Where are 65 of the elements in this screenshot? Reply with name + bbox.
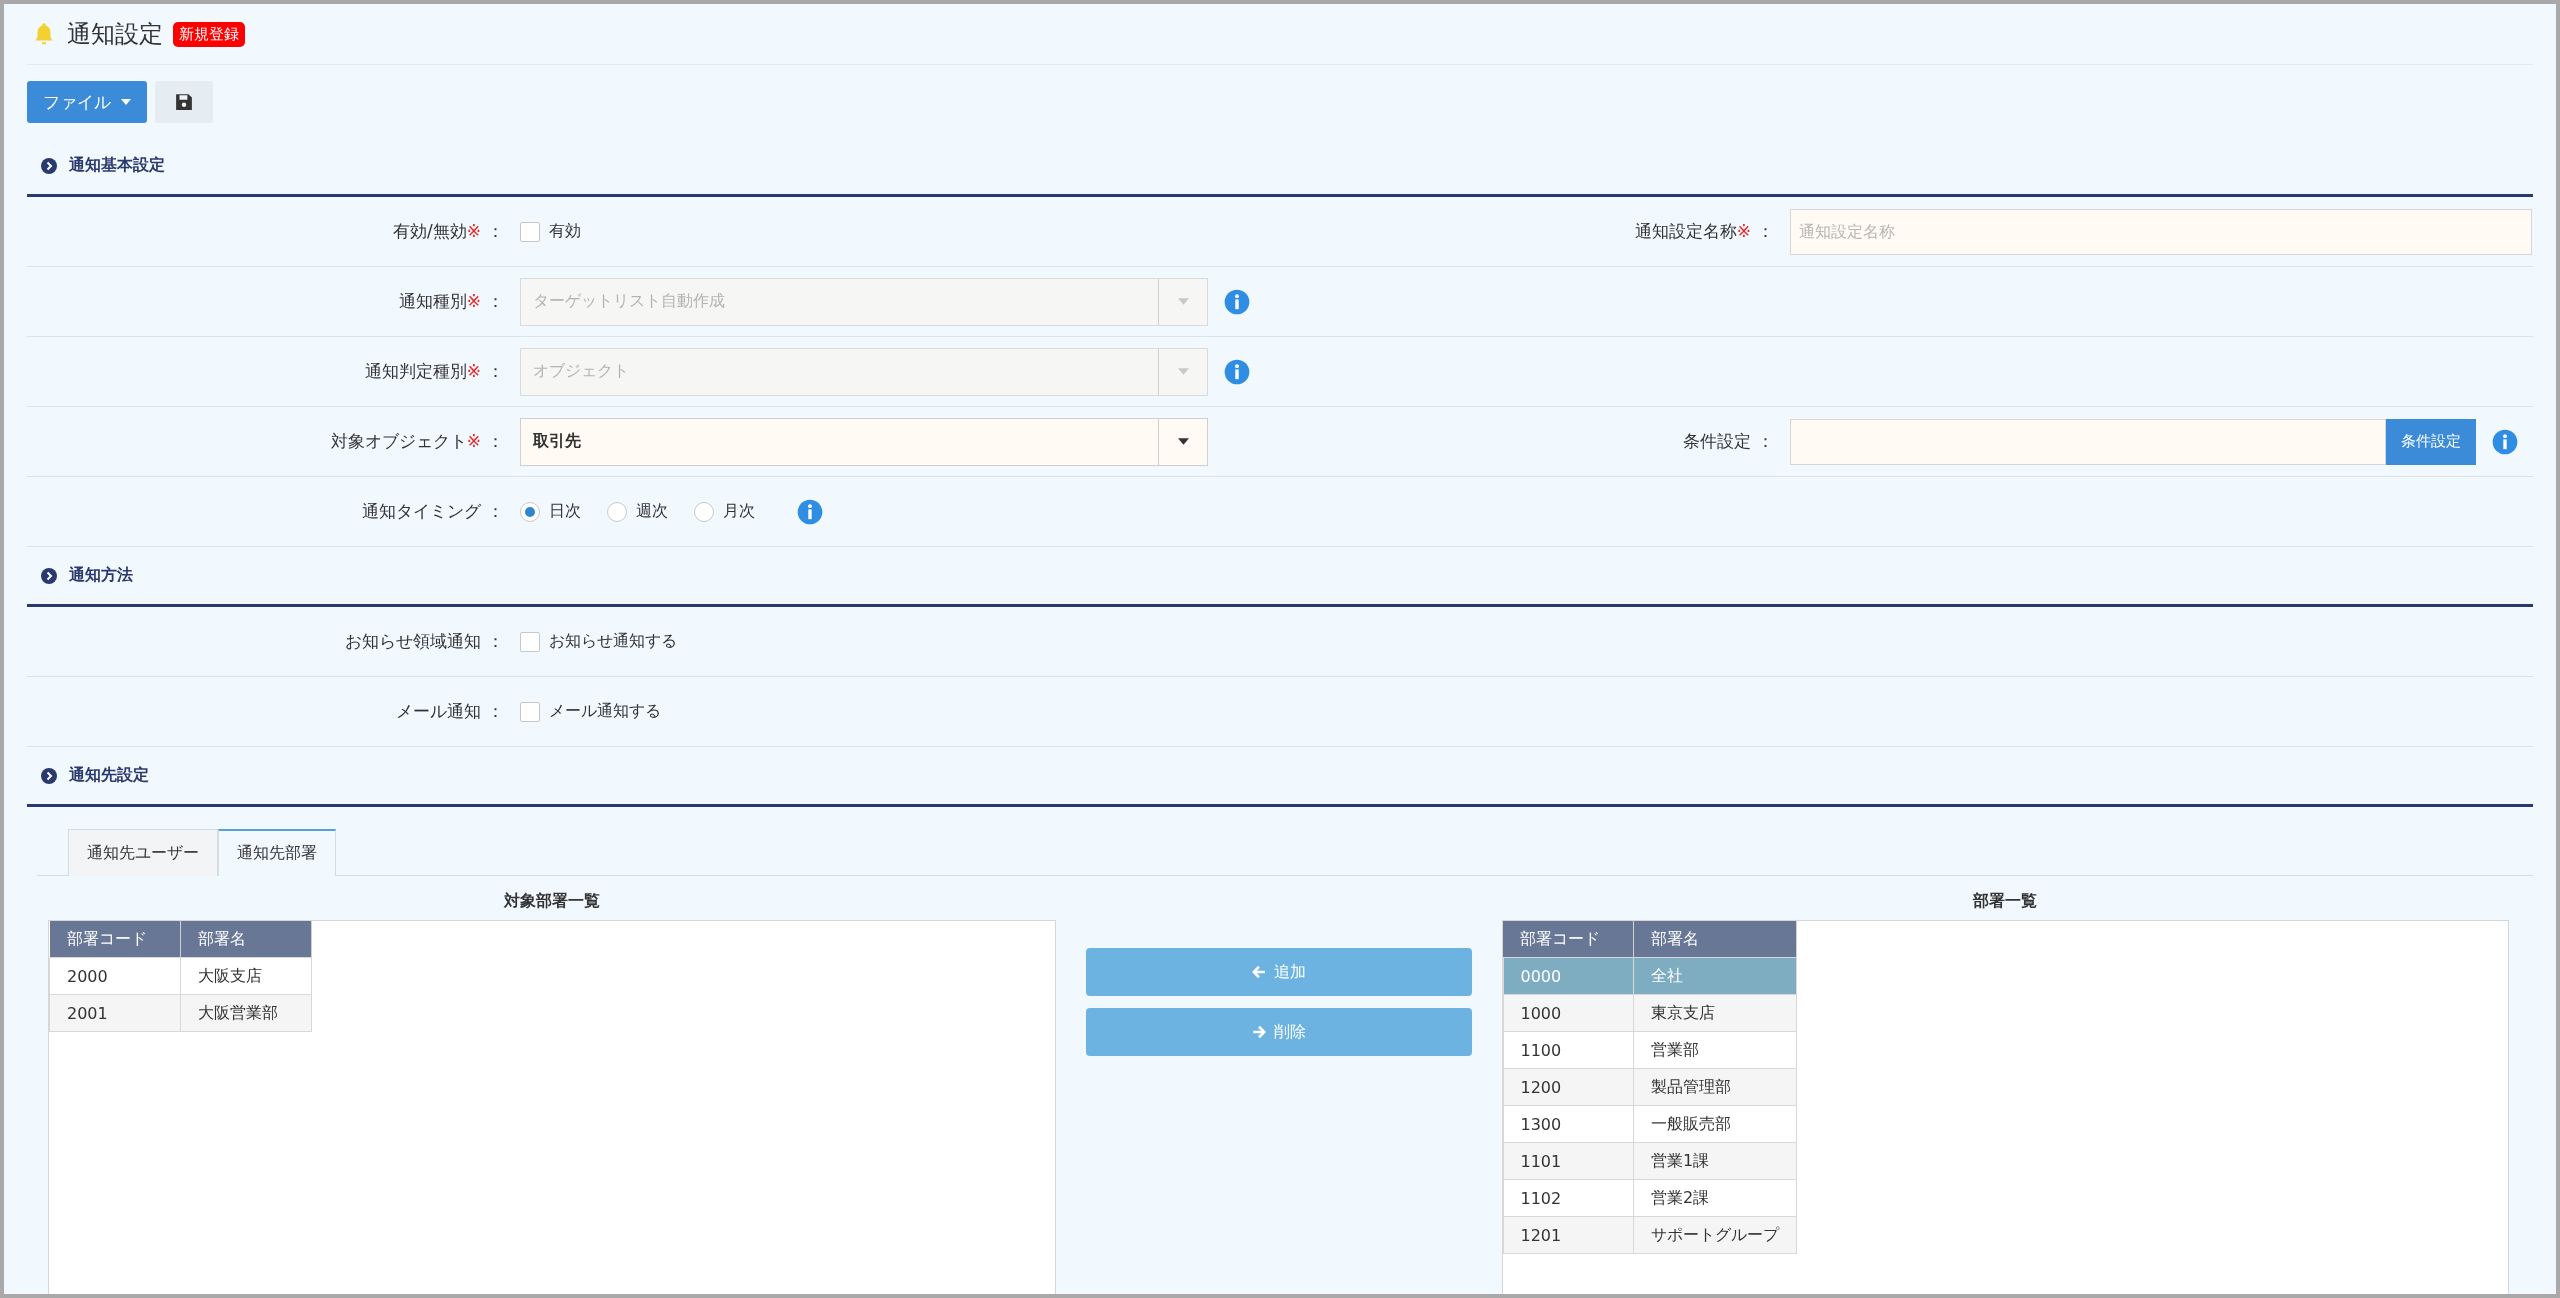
column-header: 部署コード	[1503, 921, 1634, 958]
label-colon: ：	[1757, 221, 1774, 241]
caret-icon	[1177, 438, 1189, 445]
info-icon[interactable]	[797, 498, 823, 525]
checkbox[interactable]	[520, 221, 540, 242]
field-label: 条件設定	[1683, 431, 1751, 451]
column-header: 部署コード	[49, 921, 180, 958]
label-colon: ：	[487, 291, 504, 311]
caret-icon	[121, 99, 131, 105]
radio-button[interactable]	[520, 501, 540, 522]
caret-icon	[1177, 368, 1189, 375]
page-title: 通知設定	[67, 19, 163, 50]
radio-button[interactable]	[607, 501, 627, 522]
checkbox[interactable]	[520, 701, 540, 722]
right-arrow-icon	[1251, 1025, 1266, 1039]
name-input-field[interactable]: 通知設定名称	[1790, 208, 2532, 255]
chevron-circle-icon	[41, 767, 57, 784]
section-title: 通知方法	[69, 565, 133, 586]
checkbox-label: メール通知する	[549, 701, 661, 722]
condition-input-field[interactable]	[1790, 418, 2386, 465]
radio-label: 月次	[723, 501, 755, 522]
checkbox[interactable]	[520, 631, 540, 652]
column-header: 部署名	[1633, 921, 1797, 958]
file-menu-button[interactable]: ファイル	[27, 81, 147, 123]
radio-label: 日次	[549, 501, 581, 522]
label-colon: ：	[487, 501, 504, 521]
label-colon: ：	[487, 361, 504, 381]
column-header: 部署名	[180, 921, 311, 958]
tab[interactable]: 通知先部署	[218, 829, 336, 876]
checkbox-label: 有効	[549, 221, 581, 242]
required-mark: ※	[466, 361, 481, 381]
label-colon: ：	[487, 631, 504, 651]
label-colon: ：	[1757, 431, 1774, 451]
field-label: お知らせ領域通知	[345, 631, 481, 651]
new-badge: 新規登録	[173, 21, 245, 47]
label-colon: ：	[487, 221, 504, 241]
required-mark: ※	[466, 221, 481, 241]
label-colon: ：	[487, 431, 504, 451]
field-label: 対象オブジェクト	[330, 431, 467, 451]
radio-button[interactable]	[694, 501, 714, 522]
chevron-circle-icon	[41, 157, 57, 174]
required-mark: ※	[1736, 221, 1751, 241]
list-title: 部署一覧	[1972, 890, 2039, 912]
chevron-circle-icon	[41, 567, 57, 584]
label-colon: ：	[487, 701, 504, 721]
field-label: 通知設定名称	[1634, 221, 1737, 241]
info-icon[interactable]	[2492, 428, 2518, 455]
field-label: 有効/無効	[393, 221, 467, 241]
condition-button[interactable]: 条件設定	[2386, 418, 2476, 465]
field-label: 通知判定種別	[364, 361, 467, 381]
required-mark: ※	[466, 291, 481, 311]
caret-icon	[1177, 298, 1189, 305]
list-title: 対象部署一覧	[502, 890, 601, 912]
section-title: 通知基本設定	[69, 155, 165, 176]
tab[interactable]: 通知先ユーザー	[68, 829, 218, 876]
dropdown-field[interactable]: 取引先	[520, 417, 1208, 466]
field-label: 通知タイミング	[362, 501, 481, 521]
section-title: 通知先設定	[69, 765, 149, 786]
field-label: 通知種別	[398, 291, 467, 311]
checkbox-label: お知らせ通知する	[549, 631, 677, 652]
save-button[interactable]	[155, 81, 213, 123]
field-label: メール通知	[396, 701, 481, 721]
radio-label: 週次	[636, 501, 668, 522]
required-mark: ※	[466, 431, 481, 451]
left-arrow-icon	[1251, 965, 1266, 979]
